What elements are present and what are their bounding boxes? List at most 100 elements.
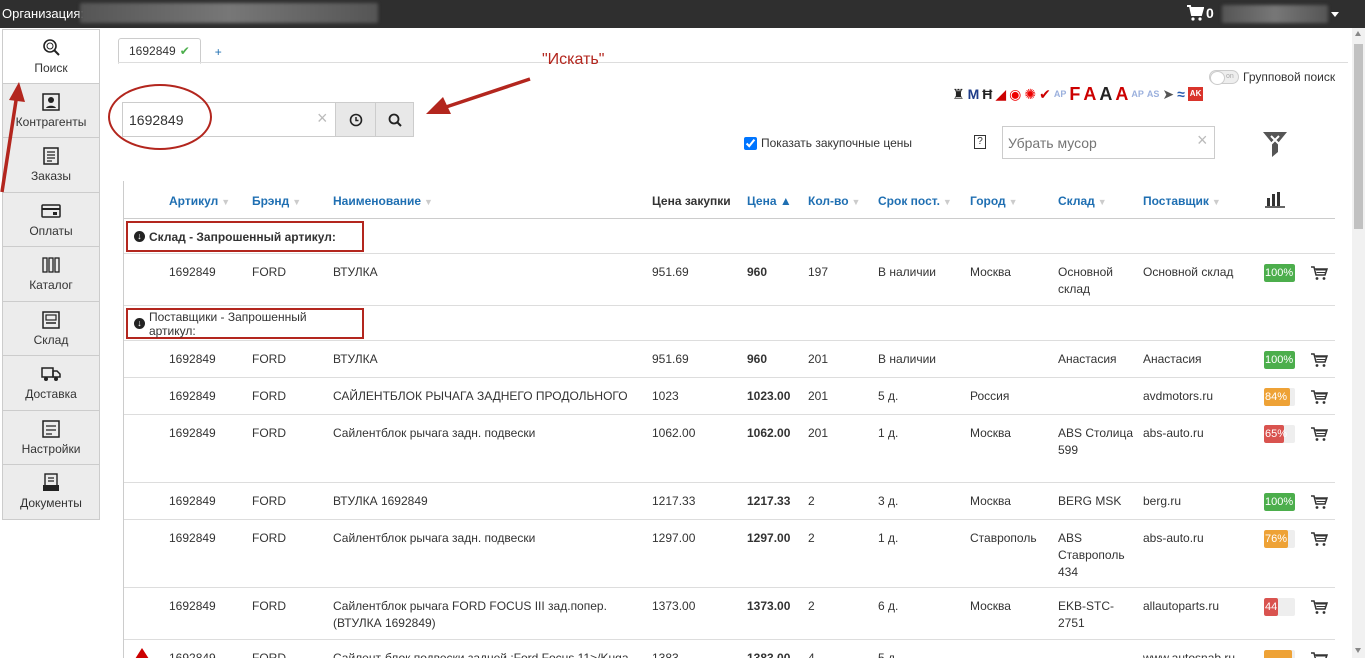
- logo-icon: ≈: [1177, 86, 1185, 102]
- cell-name: ВТУЛКА: [333, 265, 378, 279]
- organization-name-blurred[interactable]: [80, 3, 378, 23]
- sidebar-item-payments[interactable]: Оплаты: [2, 192, 100, 247]
- sidebar-item-documents[interactable]: Документы: [2, 465, 100, 520]
- search-button[interactable]: [375, 102, 414, 137]
- tab-search-query[interactable]: 1692849 ✔: [118, 38, 201, 64]
- annotation-arrow-search: [426, 77, 531, 114]
- filter-icon: ▼: [1008, 197, 1018, 207]
- rating-badge: 65%: [1264, 425, 1295, 443]
- cell-qty: 2: [808, 599, 815, 613]
- column-header-purchase-price[interactable]: Цена закупки: [652, 194, 731, 208]
- table-row[interactable]: 1692849 FORD Сайлентблок рычага FORD FOCUS…: [124, 588, 1335, 640]
- table-row[interactable]: 1692849 FORD Сайлент-блок подвески задней …: [124, 640, 1335, 658]
- scroll-up-icon[interactable]: [1355, 31, 1361, 36]
- organization-label: Организация:: [2, 6, 85, 21]
- add-to-cart-icon[interactable]: [1310, 599, 1328, 615]
- warehouse-icon: [42, 311, 60, 329]
- add-tab-button[interactable]: +: [201, 40, 236, 64]
- filter-icon: ▼: [221, 197, 231, 207]
- cell-name: Сайлентблок рычага FORD FOCUS III зад.по…: [333, 599, 607, 630]
- sidebar-item-search[interactable]: Поиск: [2, 29, 100, 84]
- table-row[interactable]: 1692849 FORD ВТУЛКА 1692849 1217.33 1217.33 2…: [124, 483, 1335, 520]
- cell-city: Москва: [970, 494, 1011, 508]
- cart-button[interactable]: 0: [1186, 5, 1214, 21]
- cell-supplier: allautoparts.ru: [1143, 599, 1220, 613]
- table-row[interactable]: 1692849 FORD САЙЛЕНТБЛОК РЫЧАГА ЗАДНЕГО ПР…: [124, 378, 1335, 415]
- column-header-supplier[interactable]: Поставщик ▼: [1143, 194, 1221, 208]
- section-suppliers-label[interactable]: ↓ Поставщики - Запрошенный артикул:: [126, 308, 364, 339]
- clear-icon[interactable]: ×: [317, 108, 328, 129]
- cell-purchase: 1297.00: [652, 531, 696, 545]
- sidebar-item-label: Документы: [20, 496, 82, 511]
- table-header: Артикул ▼ Брэнд ▼ Наименование ▼ Цена закуп…: [124, 181, 1335, 219]
- cell-article: 1692849: [169, 352, 216, 366]
- add-to-cart-icon[interactable]: [1310, 389, 1328, 405]
- sidebar-item-settings[interactable]: Настройки: [2, 410, 100, 465]
- trash-filter-field[interactable]: ×: [1002, 126, 1215, 159]
- table-row[interactable]: 1692849 FORD ВТУЛКА 951.69 960 197 В наличии Мо…: [124, 254, 1335, 306]
- table-row[interactable]: 1692849 FORD Сайлентблок рычага задн. подв…: [124, 520, 1335, 588]
- scroll-thumb[interactable]: [1354, 44, 1363, 229]
- search-icon: [388, 113, 402, 127]
- section-stock[interactable]: ↓ Склад - Запрошенный артикул:: [124, 219, 1335, 254]
- column-header-name[interactable]: Наименование ▼: [333, 194, 433, 208]
- sidebar-item-delivery[interactable]: Доставка: [2, 356, 100, 411]
- add-to-cart-icon[interactable]: [1310, 265, 1328, 281]
- cell-name: ВТУЛКА: [333, 352, 378, 366]
- column-header-price[interactable]: Цена ▲: [747, 194, 792, 208]
- group-search-toggle[interactable]: on Групповой поиск: [1209, 70, 1336, 85]
- help-icon[interactable]: ?: [974, 135, 986, 149]
- filter-icon: ▼: [424, 197, 433, 207]
- rating-badge: 100%: [1264, 493, 1295, 511]
- filter-icon: ▼: [851, 197, 861, 207]
- add-to-cart-icon[interactable]: [1310, 531, 1328, 547]
- column-header-city[interactable]: Город ▼: [970, 194, 1018, 208]
- table-row[interactable]: 1692849 FORD ВТУЛКА 951.69 960 201 В наличии Ан…: [124, 341, 1335, 378]
- sidebar-item-label: Поиск: [34, 60, 68, 75]
- sidebar-item-catalog[interactable]: Каталог: [2, 247, 100, 302]
- cell-qty: 2: [808, 494, 815, 508]
- column-header-brand[interactable]: Брэнд ▼: [252, 194, 301, 208]
- show-purchase-prices-checkbox[interactable]: [744, 136, 757, 150]
- page-scrollbar[interactable]: [1352, 28, 1365, 658]
- column-header-qty[interactable]: Кол-во ▼: [808, 194, 860, 208]
- chevron-down-icon[interactable]: [1331, 12, 1339, 17]
- clock-icon: [349, 113, 362, 126]
- add-to-cart-icon[interactable]: [1310, 494, 1328, 510]
- cell-brand: FORD: [252, 531, 286, 545]
- logo-icon: ◉: [1009, 86, 1022, 102]
- section-stock-label[interactable]: ↓ Склад - Запрошенный артикул:: [126, 221, 364, 252]
- add-to-cart-icon[interactable]: [1310, 651, 1328, 658]
- clear-filter-icon[interactable]: [1262, 131, 1288, 159]
- section-suppliers[interactable]: ↓ Поставщики - Запрошенный артикул:: [124, 306, 1335, 341]
- cell-article: 1692849: [169, 265, 216, 279]
- filter-icon: ▼: [1097, 197, 1107, 207]
- column-header-term[interactable]: Срок пост. ▼: [878, 194, 952, 208]
- cell-name: Сайлентблок рычага задн. подвески: [333, 426, 536, 440]
- user-name-blurred[interactable]: [1222, 5, 1328, 23]
- logo-icon: A: [1083, 84, 1097, 104]
- logo-icon: A: [1115, 84, 1129, 104]
- scroll-down-icon[interactable]: [1355, 648, 1361, 653]
- group-search-label: Групповой поиск: [1243, 70, 1336, 84]
- column-header-warehouse[interactable]: Склад ▼: [1058, 194, 1107, 208]
- clear-icon[interactable]: ×: [1197, 130, 1208, 151]
- group-search-switch[interactable]: on: [1209, 70, 1239, 85]
- column-header-article[interactable]: Артикул ▼: [169, 194, 230, 208]
- tab-label: 1692849: [129, 44, 176, 58]
- history-button[interactable]: [335, 102, 376, 137]
- add-to-cart-icon[interactable]: [1310, 426, 1328, 442]
- show-purchase-prices[interactable]: Показать закупочные цены: [744, 136, 912, 150]
- cell-price: 1373.00: [747, 599, 791, 613]
- trash-filter-input[interactable]: [1003, 127, 1183, 158]
- cell-city: Москва: [970, 599, 1011, 613]
- cell-qty: 201: [808, 389, 829, 403]
- cell-term: 1 д.: [878, 426, 899, 440]
- add-to-cart-icon[interactable]: [1310, 352, 1328, 368]
- warning-icon: [135, 648, 149, 658]
- sidebar-item-warehouse[interactable]: Склад: [2, 301, 100, 356]
- cell-article: 1692849: [169, 389, 216, 403]
- stats-chart-icon[interactable]: [1265, 191, 1285, 208]
- table-row[interactable]: 1692849 FORD Сайлентблок рычага задн. подв…: [124, 415, 1335, 483]
- search-tabs: 1692849 ✔ +: [118, 38, 236, 64]
